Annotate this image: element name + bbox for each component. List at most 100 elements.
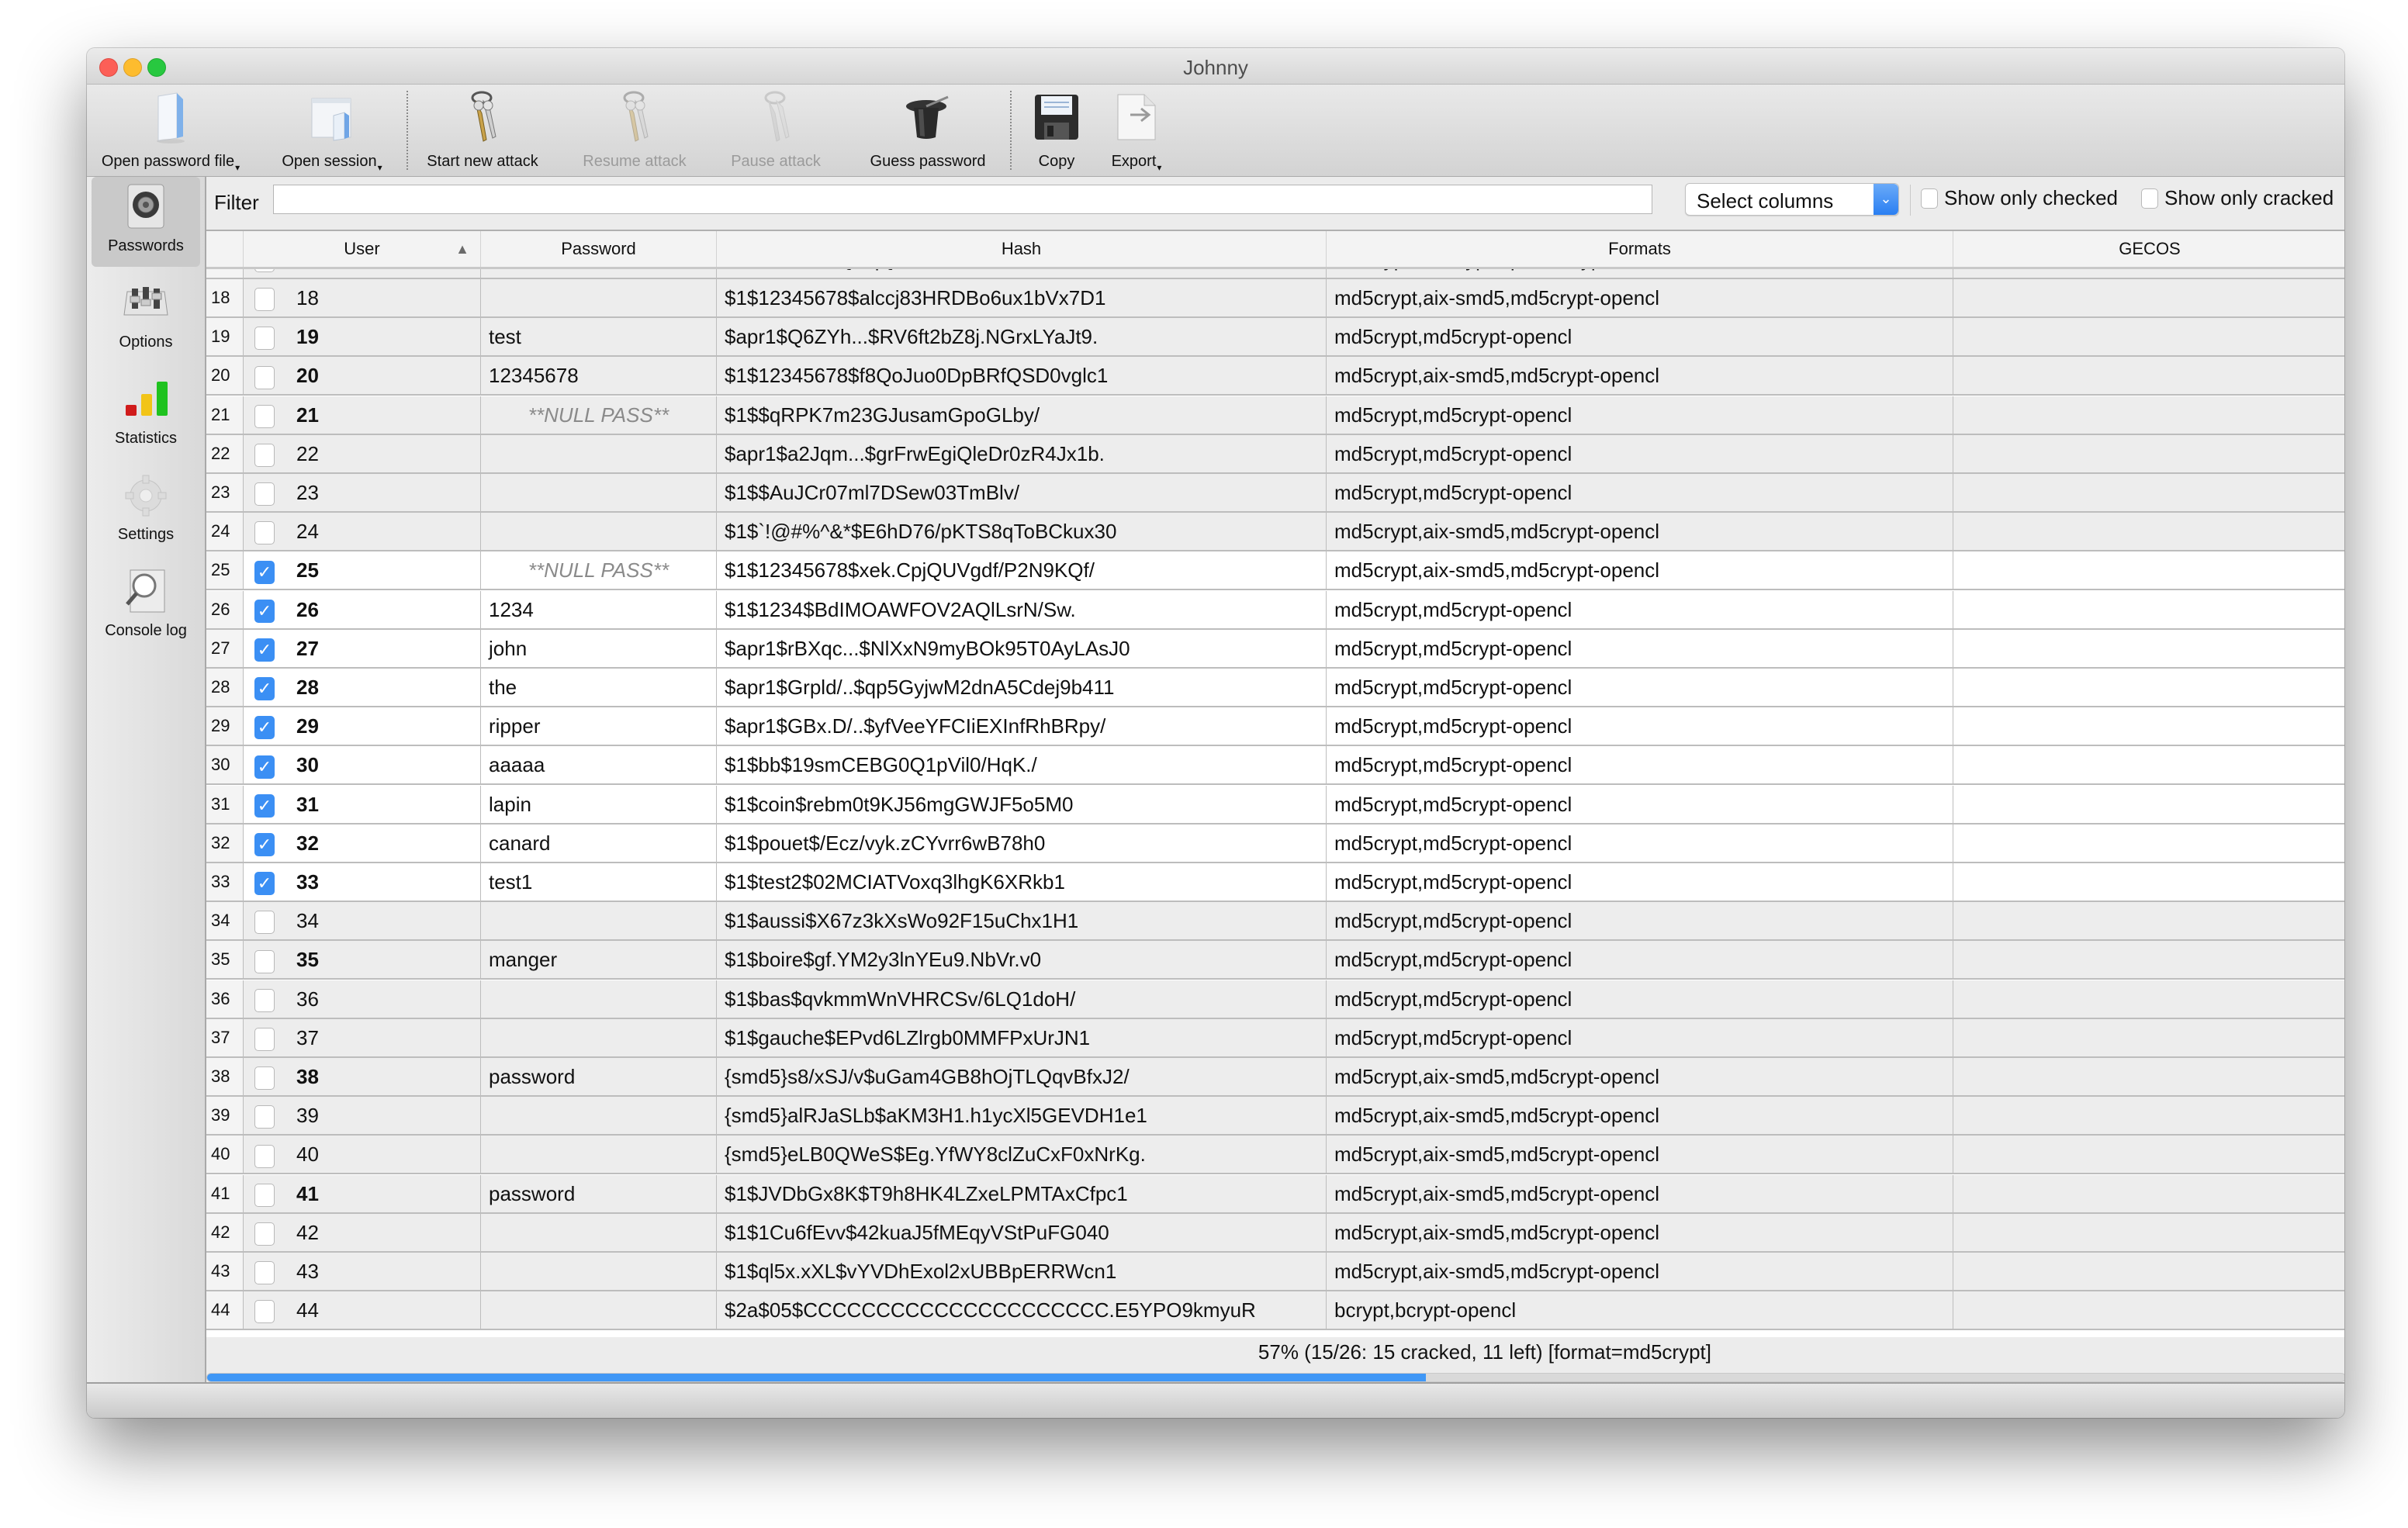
password-cell: **NULL PASS** (481, 396, 717, 434)
table-row[interactable]: 32 ✓ 32 canard $1$pouet$/Ecz/vyk.zCYvrr6wB78… (206, 824, 2344, 863)
table-row[interactable]: 22 22 $apr1$a2Jqm...$grFrwEgiQleDr0zR4Jx1b… (206, 434, 2344, 474)
row-checkbox[interactable] (254, 1066, 275, 1091)
row-checkbox[interactable] (254, 988, 275, 1012)
row-checkbox[interactable] (254, 1027, 275, 1051)
row-checkbox[interactable] (254, 327, 275, 351)
column-header-user[interactable]: User ▲ (244, 231, 481, 267)
column-header-gecos[interactable]: GECOS (1953, 231, 2344, 267)
progress-bar (206, 1373, 2344, 1382)
table-row[interactable]: 29 ✓ 29 ripper $apr1$GBx.D/..$yfVeeYFCIiEXIn… (206, 707, 2344, 747)
column-header-password[interactable]: Password (481, 231, 717, 267)
table-row[interactable]: 33 ✓ 33 test1 $1$test2$02MCIATVoxq3lhgK6XRkb… (206, 863, 2344, 902)
export-button[interactable]: Export▾ (1094, 85, 1179, 176)
row-checkbox[interactable] (254, 911, 275, 935)
user-name: 34 (296, 909, 319, 933)
table-row[interactable]: 21 21 **NULL PASS** $1$$qRPK7m23GJusamGpoGL… (206, 396, 2344, 435)
hash-cell: $1$1234$BdIMOAWFOV2AQlLsrN/Sw. (717, 590, 1327, 628)
checkbox-box[interactable] (1921, 188, 1938, 209)
table-row[interactable]: 44 44 $2a$05$CCCCCCCCCCCCCCCCCCCCC.E5YPO9k… (206, 1291, 2344, 1331)
table-row[interactable]: 27 ✓ 27 john $apr1$rBXqc...$NlXxN9myBOk95T0A… (206, 629, 2344, 669)
open-session-button[interactable]: Open session▾ (262, 85, 402, 176)
pause-attack-button[interactable]: Pause attack (714, 85, 838, 176)
progress-bar-fill (207, 1374, 1426, 1381)
table-row[interactable]: 43 43 $1$ql5x.xXL$vYVDhExol2xUBBpERRWcn1 md… (206, 1253, 2344, 1291)
table-row[interactable]: 24 24 $1$`!@#%^&*$E6hD76/pKTS8qToBCkux30 md… (206, 513, 2344, 552)
checkbox-box[interactable] (2141, 188, 2158, 209)
table-row[interactable]: 30 ✓ 30 aaaaa $1$bb$19smCEBG0Q1pVil0/HqK./md… (206, 746, 2344, 786)
column-header-hash[interactable]: Hash (717, 231, 1327, 267)
row-checkbox[interactable] (254, 443, 275, 467)
row-number: 39 (206, 1097, 244, 1135)
table-row[interactable]: 18 18 $1$12345678$alccj83HRDBo6ux1bVx7D1 md… (206, 279, 2344, 318)
row-checkbox[interactable] (254, 521, 275, 545)
table-row[interactable]: 23 23 $1$$AuJCr07ml7DSew03TmBlv/md5crypt,m… (206, 474, 2344, 513)
row-checkbox[interactable]: ✓ (254, 872, 275, 896)
password-cell (481, 474, 717, 511)
row-checkbox[interactable] (254, 1222, 275, 1246)
table-row[interactable]: 42 42 $1$1Cu6fEvv$42kuaJ5fMEqyVStPuFG040 md… (206, 1213, 2344, 1253)
table-row[interactable]: 34 34 $1$aussi$X67z3kXsWo92F15uChx1H1 md5cr… (206, 902, 2344, 942)
table-row[interactable]: 40 40 {smd5}eLB0QWeS$Eg.YfWY8clZuCxF0xNrKg… (206, 1136, 2344, 1175)
row-checkbox[interactable] (254, 949, 275, 973)
sidebar-item-console-log[interactable]: Console log (92, 562, 200, 652)
sidebar-item-settings[interactable]: Settings (92, 465, 200, 555)
show-only-cracked-checkbox[interactable]: Show only cracked (2141, 186, 2334, 210)
row-number: 41 (206, 1174, 244, 1212)
table-row[interactable]: 28 ✓ 28 the $apr1$Grpld/..$qp5GyjwM2dnA5Cdej… (206, 669, 2344, 707)
sidebar-item-passwords[interactable]: Passwords (92, 177, 200, 267)
row-checkbox[interactable]: ✓ (254, 793, 275, 818)
row-checkbox[interactable] (254, 1300, 275, 1324)
start-new-attack-button[interactable]: Start new attack (413, 85, 552, 176)
table-row[interactable]: 36 36 $1$bas$qvkmmWnVHRCSv/6LQ1doH/md5cryp… (206, 980, 2344, 1019)
formats-cell: md5crypt,aix-smd5,md5crypt-opencl (1327, 513, 1953, 551)
row-checkbox[interactable] (254, 1144, 275, 1168)
user-name: 42 (296, 1220, 319, 1244)
row-checkbox[interactable]: ✓ (254, 599, 275, 623)
sidebar-item-statistics[interactable]: Statistics (92, 369, 200, 459)
table-row[interactable]: 37 37 $1$gauche$EPvd6LZlrgb0MMFPxUrJN1 md5c… (206, 1018, 2344, 1058)
user-name: 33 (296, 870, 319, 894)
table-row[interactable]: 19 19 test $apr1$Q6ZYh...$RV6ft2bZ8j.NGrxLY… (206, 318, 2344, 358)
row-checkbox[interactable]: ✓ (254, 832, 275, 856)
row-checkbox[interactable]: ✓ (254, 755, 275, 779)
row-checkbox[interactable]: ✓ (254, 716, 275, 740)
row-checkbox[interactable] (254, 365, 275, 389)
user-cell: 42 (244, 1213, 481, 1251)
column-header-row-number[interactable] (206, 231, 244, 267)
filter-input[interactable] (273, 185, 1652, 214)
copy-button[interactable]: Copy (1018, 85, 1095, 176)
password-cell: manger (481, 941, 717, 979)
select-columns-dropdown[interactable]: Select columns ⌄ (1685, 183, 1899, 216)
guess-password-button[interactable]: Guess password (850, 85, 1005, 176)
show-only-checked-checkbox[interactable]: Show only checked (1921, 186, 2118, 210)
table-row[interactable]: 26 ✓ 26 1234 $1$1234$BdIMOAWFOV2AQlLsrN/Sw. m… (206, 590, 2344, 630)
row-checkbox[interactable]: ✓ (254, 638, 275, 662)
hash-cell: $apr1$GBx.D/..$yfVeeYFCIiEXInfRhBRpy/ (717, 707, 1327, 745)
row-number: 33 (206, 863, 244, 901)
open-session-icon (304, 89, 360, 145)
gecos-cell (1953, 902, 2344, 939)
row-checkbox[interactable] (254, 1105, 275, 1129)
row-checkbox[interactable]: ✓ (254, 677, 275, 701)
row-checkbox[interactable] (254, 1183, 275, 1207)
resume-attack-button[interactable]: Resume attack (565, 85, 704, 176)
toolbar-separator (1010, 91, 1012, 170)
table-row[interactable]: 41 41 password $1$JVDbGx8K$T9h8HK4LZxeLPMTA… (206, 1174, 2344, 1214)
user-name: 36 (296, 987, 319, 1011)
table-row[interactable]: 25 ✓ 25 **NULL PASS** $1$12345678$xek.CpjQUV… (206, 551, 2344, 591)
row-checkbox[interactable] (254, 288, 275, 312)
keys-icon (607, 89, 663, 145)
open-password-file-button[interactable]: Open password file▾ (93, 85, 248, 176)
gecos-cell (1953, 1136, 2344, 1173)
row-checkbox[interactable] (254, 404, 275, 428)
row-checkbox[interactable] (254, 482, 275, 506)
sidebar-item-options[interactable]: Options (92, 273, 200, 363)
row-checkbox[interactable] (254, 1261, 275, 1285)
table-row[interactable]: 39 39 {smd5}alRJaSLb$aKM3H1.h1ycXl5GEVDH1e… (206, 1097, 2344, 1136)
table-row[interactable]: 20 20 12345678 $1$12345678$f8QoJuo0DpBRfQSD… (206, 357, 2344, 396)
column-header-formats[interactable]: Formats (1327, 231, 1953, 267)
table-row[interactable]: 38 38 password {smd5}s8/xSJ/v$uGam4GB8hOjTL… (206, 1058, 2344, 1097)
table-row[interactable]: 35 35 manger $1$boire$gf.YM2y3lnYEu9.NbVr.v… (206, 941, 2344, 980)
table-row[interactable]: 31 ✓ 31 lapin $1$coin$rebm0t9KJ56mgGWJF5o5M0… (206, 785, 2344, 824)
row-checkbox[interactable]: ✓ (254, 560, 275, 584)
